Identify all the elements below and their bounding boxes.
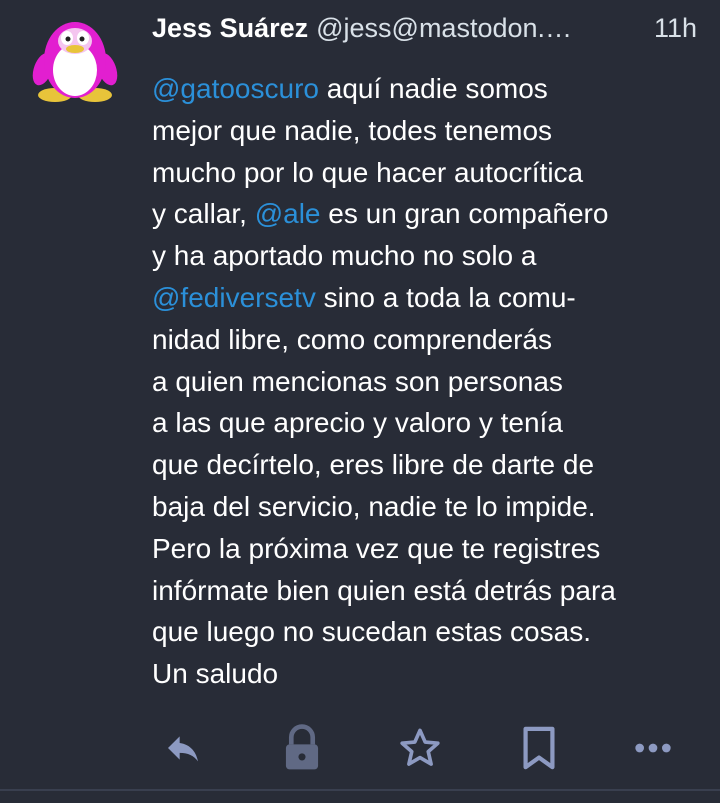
status-text-line: mucho por lo que hacer autocrítica — [152, 152, 697, 194]
status-text: es un gran compañero — [320, 198, 609, 230]
status-text-line: a quien mencionas son personas — [152, 361, 697, 403]
more-icon — [635, 743, 671, 753]
status-text-line: a las que aprecio y valoro y tenía — [152, 402, 697, 444]
avatar[interactable] — [27, 14, 123, 106]
bookmark-button[interactable] — [513, 720, 565, 776]
reply-button[interactable] — [157, 720, 209, 776]
status-text-line: Un saludo — [152, 653, 697, 695]
status-text-line: @gatooscuro aquí nadie somos — [152, 68, 697, 110]
status-text: sino a toda la comu- — [315, 281, 576, 313]
status-text: infórmate bien quien está detrás para — [152, 574, 616, 606]
status-content: @gatooscuro aquí nadie somos mejor que na… — [152, 68, 697, 695]
status-text: y ha aportado mucho no solo a — [152, 240, 537, 272]
favourite-button[interactable] — [394, 720, 446, 776]
status-text-line: Pero la próxima vez que te registres — [152, 528, 697, 570]
mention-link[interactable]: @fediversetv — [152, 282, 316, 313]
status-text-line: @fediversetv sino a toda la comu- — [152, 277, 697, 319]
status-text-line: nidad libre, como comprenderás — [152, 319, 697, 361]
display-name[interactable]: Jess Suárez — [152, 13, 308, 44]
lock-icon — [285, 724, 319, 770]
status-text: mucho por lo que hacer autocrítica — [152, 156, 584, 188]
status-text: que decírtelo, eres libre de darte de — [152, 449, 595, 481]
status-text-line: que decírtelo, eres libre de darte de — [152, 444, 697, 486]
star-icon — [400, 728, 440, 766]
action-bar — [0, 720, 720, 776]
status-text: Un saludo — [152, 658, 279, 690]
status-header: Jess Suárez @jess@mastodon.… 11h — [152, 10, 697, 46]
status-text: Pero la próxima vez que te registres — [152, 532, 601, 564]
visibility-lock-button[interactable] — [276, 720, 328, 776]
mention-link[interactable]: @gatooscuro — [152, 73, 319, 104]
account-handle[interactable]: @jess@mastodon.… — [316, 13, 640, 44]
status-text: nidad libre, como comprenderás — [152, 323, 552, 355]
mention-link[interactable]: @ale — [255, 198, 321, 229]
status-text-line: y callar, @ale es un gran compañero — [152, 193, 697, 235]
status-text-line: mejor que nadie, todes tenemos — [152, 110, 697, 152]
status-card: Jess Suárez @jess@mastodon.… 11h @gatoos… — [0, 0, 720, 791]
status-text-line: baja del servicio, nadie te lo impide. — [152, 486, 697, 528]
status-text: a quien mencionas son personas — [152, 365, 563, 397]
status-text: mejor que nadie, todes tenemos — [152, 114, 553, 146]
status-text: aquí nadie somos — [318, 73, 548, 104]
penguin-avatar-icon — [32, 22, 118, 102]
status-text: que luego no sucedan estas cosas. — [152, 616, 591, 648]
reply-icon — [168, 736, 198, 762]
status-text: y callar, — [152, 198, 255, 230]
status-text: a las que aprecio y valoro y tenía — [152, 407, 563, 439]
divider — [0, 789, 720, 791]
more-button[interactable] — [627, 720, 679, 776]
status-text-line: infórmate bien quien está detrás para — [152, 570, 697, 612]
status-text-line: y ha aportado mucho no solo a — [152, 235, 697, 277]
bookmark-icon — [523, 726, 555, 770]
status-text-line: que luego no sucedan estas cosas. — [152, 611, 697, 653]
status-text: baja del servicio, nadie te lo impide. — [152, 490, 596, 522]
timestamp[interactable]: 11h — [654, 13, 697, 44]
